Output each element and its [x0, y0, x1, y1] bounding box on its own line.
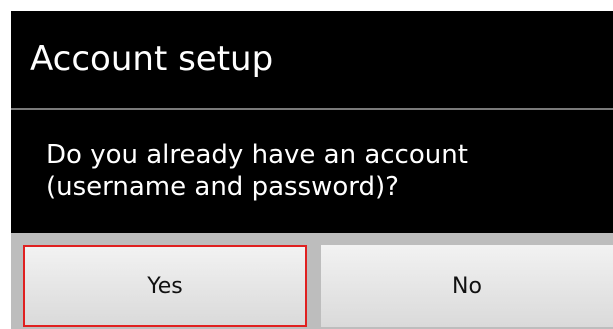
dialog-message: Do you already have an account (username …	[46, 139, 468, 203]
dialog-title: Account setup	[30, 39, 274, 79]
message-line-1: Do you already have an account	[46, 140, 468, 170]
title-divider	[11, 108, 613, 110]
dialog-button-bar: Yes No	[11, 233, 613, 329]
account-setup-dialog: Account setup Do you already have an acc…	[11, 11, 613, 329]
yes-button[interactable]: Yes	[23, 245, 307, 327]
message-line-2: (username and password)?	[46, 172, 399, 202]
no-button[interactable]: No	[321, 245, 613, 327]
